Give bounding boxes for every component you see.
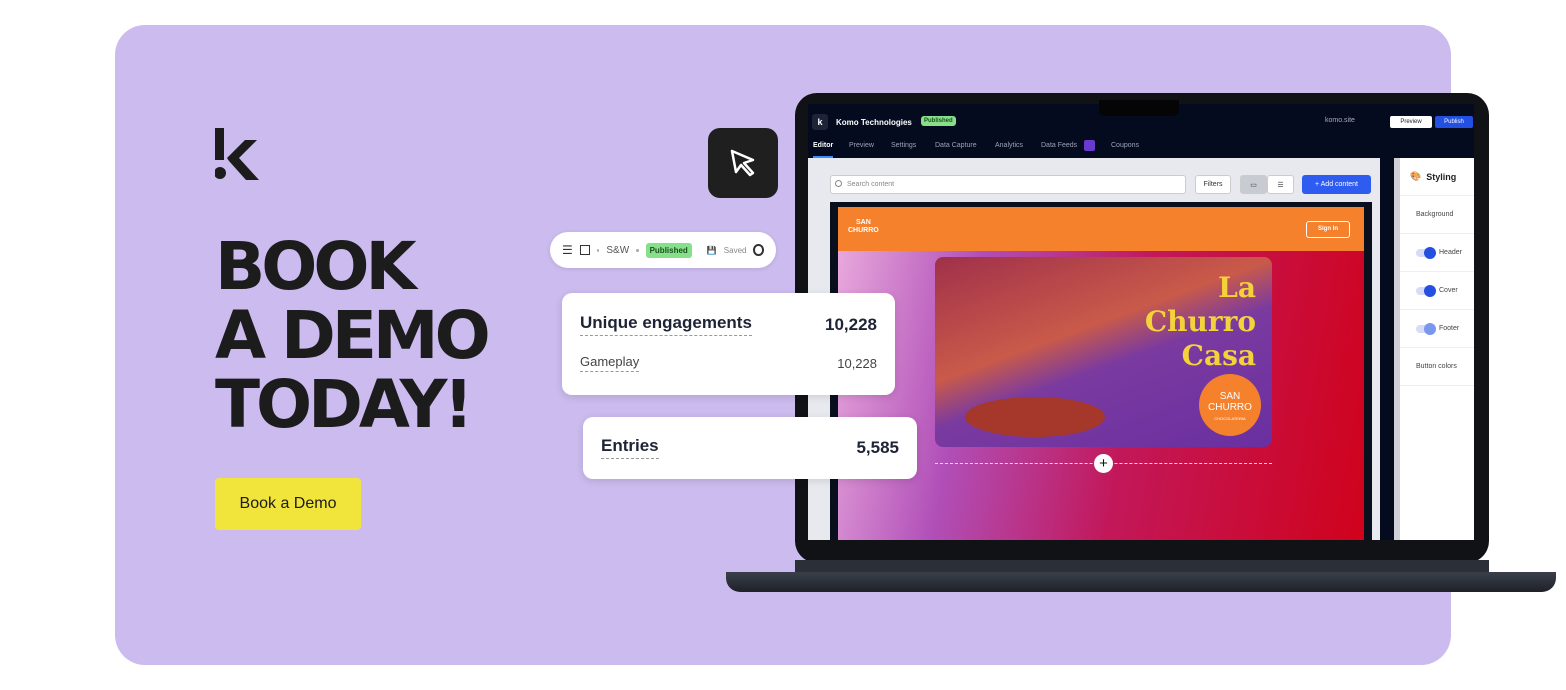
headline-line: A DEMO <box>215 297 491 374</box>
headline: BOOK A DEMO TODAY! <box>215 228 491 443</box>
tab-preview[interactable]: Preview <box>849 142 874 149</box>
unique-engagements-value: 10,228 <box>825 314 877 334</box>
tab-settings[interactable]: Settings <box>891 142 916 149</box>
entries-label: Entries <box>601 436 659 459</box>
styling-panel: 🎨 Styling Background Header Cover Footer … <box>1400 158 1474 540</box>
cover-section: La Churro Casa SAN CHURRO CHOCOLATERIA + <box>838 251 1364 540</box>
site-logo: SAN CHURRO <box>848 219 879 234</box>
cover-toggle[interactable] <box>1416 284 1436 297</box>
status-badge: Published <box>921 116 956 126</box>
help-icon[interactable] <box>753 244 764 256</box>
calendar-icon <box>579 245 590 255</box>
tab-editor[interactable]: Editor <box>813 142 834 158</box>
add-section-button[interactable]: + <box>1094 454 1113 473</box>
banner-title: La Churro Casa <box>1144 271 1256 372</box>
palette-icon: 🎨 <box>1410 171 1422 181</box>
tab-coupons[interactable]: Coupons <box>1111 142 1139 149</box>
tab-data-feeds[interactable]: Data Feeds <box>1041 142 1077 149</box>
laptop-base <box>726 572 1556 592</box>
unique-engagements-label: Unique engagements <box>580 313 752 336</box>
headline-line: BOOK <box>215 228 417 305</box>
sign-in-button[interactable]: Sign In <box>1306 221 1350 238</box>
header-toggle-row[interactable]: Header <box>1400 234 1474 272</box>
search-input[interactable]: Search content <box>830 175 1186 194</box>
filters-button[interactable]: Filters <box>1195 175 1231 194</box>
cursor-tile <box>708 128 778 198</box>
project-name: S&W <box>606 244 630 256</box>
domain-link[interactable]: komo.site <box>1325 117 1355 124</box>
gameplay-value: 10,228 <box>837 355 877 371</box>
gameplay-label: Gameplay <box>580 354 640 372</box>
search-icon <box>835 180 842 187</box>
san-churro-badge: SAN CHURRO CHOCOLATERIA <box>1199 374 1261 436</box>
panel-title: 🎨 Styling <box>1400 158 1474 196</box>
app-logo[interactable]: k <box>812 114 828 130</box>
save-icon: 💾 <box>706 245 717 255</box>
flask-icon <box>1084 140 1095 151</box>
camera-notch <box>1099 100 1179 116</box>
unique-engagements-card: Unique engagements 10,228 Gameplay 10,228 <box>562 293 895 395</box>
saved-status: Saved <box>723 245 747 255</box>
tab-analytics[interactable]: Analytics <box>995 142 1023 149</box>
header-toggle[interactable] <box>1416 246 1436 259</box>
preview-button[interactable]: Preview <box>1390 116 1432 128</box>
entries-card: Entries 5,585 <box>583 417 917 479</box>
book-demo-button[interactable]: Book a Demo <box>215 478 361 530</box>
editor-toolbar-pill: ☰ S&W Published 💾 Saved <box>550 232 776 268</box>
button-colors-option[interactable]: Button colors <box>1400 348 1474 386</box>
status-badge: Published <box>645 242 692 258</box>
app-title: Komo Technologies <box>836 118 912 127</box>
list-view-toggle[interactable]: ☰ <box>1267 175 1294 194</box>
footer-toggle[interactable] <box>1416 322 1436 335</box>
cover-toggle-row[interactable]: Cover <box>1400 272 1474 310</box>
menu-icon[interactable]: ☰ <box>562 243 573 257</box>
site-preview: SAN CHURRO Sign In La Churro Casa SAN CHURR… <box>830 202 1372 540</box>
add-content-button[interactable]: + Add content <box>1302 175 1371 194</box>
laptop-hinge <box>795 560 1489 572</box>
desktop-view-toggle[interactable]: ▭ <box>1240 175 1267 194</box>
entries-value: 5,585 <box>856 437 899 457</box>
background-option[interactable]: Background <box>1400 196 1474 234</box>
site-header: SAN CHURRO Sign In <box>838 207 1364 251</box>
komo-logo <box>215 128 259 180</box>
cursor-icon <box>730 149 755 177</box>
add-content-label: Add content <box>1320 181 1359 188</box>
banner-image: La Churro Casa SAN CHURRO CHOCOLATERIA <box>935 257 1272 447</box>
publish-button[interactable]: Publish <box>1435 116 1473 128</box>
tab-data-capture[interactable]: Data Capture <box>935 142 977 149</box>
footer-toggle-row[interactable]: Footer <box>1400 310 1474 348</box>
churro-plate <box>965 397 1105 437</box>
headline-line: TODAY! <box>215 366 474 443</box>
